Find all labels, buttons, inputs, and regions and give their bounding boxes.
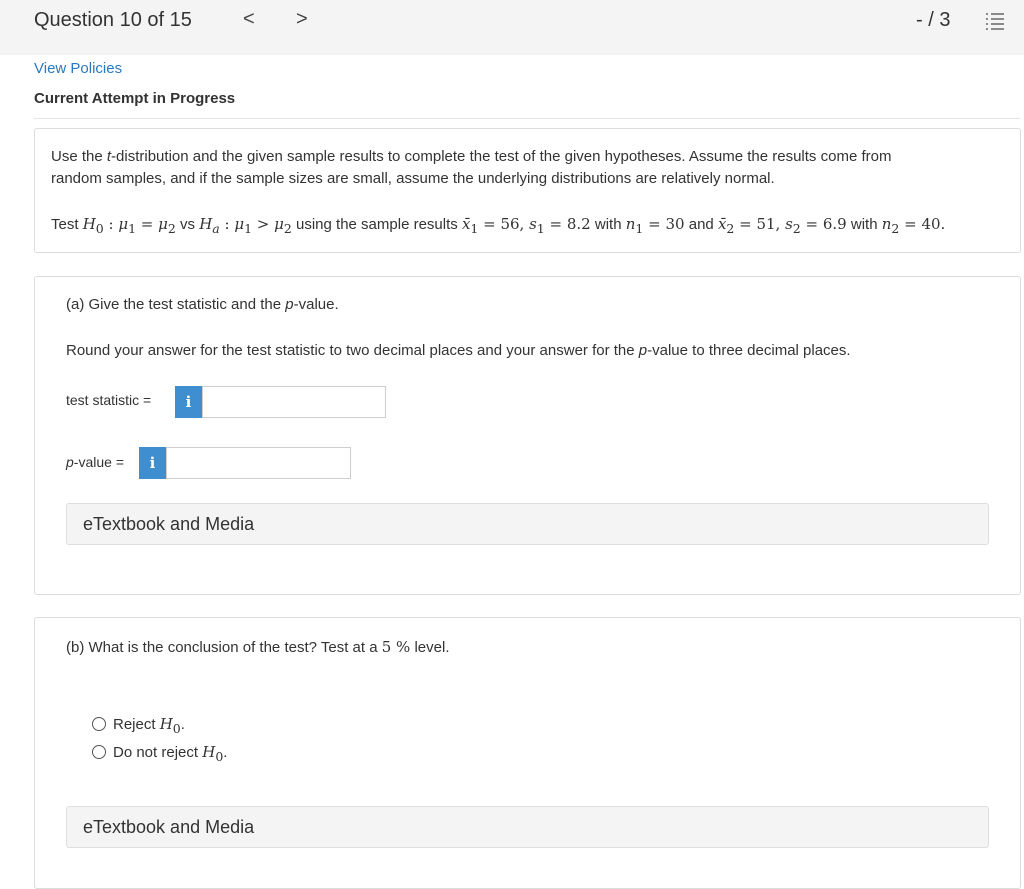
etextbook-media-button[interactable]: eTextbook and Media bbox=[66, 503, 989, 545]
view-policies-link[interactable]: View Policies bbox=[34, 60, 122, 77]
p-value-label: p-value = bbox=[66, 454, 124, 470]
reject-h0-label[interactable]: Reject H0. bbox=[113, 715, 185, 736]
attempt-status: Current Attempt in Progress bbox=[34, 90, 236, 107]
question-header: Question 10 of 15 < > - / 3 bbox=[0, 0, 1024, 55]
rounding-instructions: Round your answer for the test statistic… bbox=[66, 342, 851, 359]
question-counter: Question 10 of 15 bbox=[34, 9, 192, 31]
etextbook-media-button[interactable]: eTextbook and Media bbox=[66, 806, 989, 848]
part-b-box: (b) What is the conclusion of the test? … bbox=[34, 617, 1021, 889]
do-not-reject-h0-radio[interactable] bbox=[92, 745, 106, 759]
test-statistic-label: test statistic = bbox=[66, 392, 152, 408]
do-not-reject-h0-label[interactable]: Do not reject H0. bbox=[113, 743, 227, 764]
question-stem-text: Use the t-distribution and the given sam… bbox=[51, 148, 892, 187]
score-display: - / 3 bbox=[916, 9, 951, 31]
part-a-prompt: (a) Give the test statistic and the p-va… bbox=[66, 296, 339, 313]
part-b-prompt: (b) What is the conclusion of the test? … bbox=[66, 638, 450, 656]
info-icon[interactable]: i bbox=[175, 386, 202, 418]
info-icon[interactable]: i bbox=[139, 447, 166, 479]
question-stem-box: Use the t-distribution and the given sam… bbox=[34, 128, 1021, 253]
p-value-input[interactable] bbox=[166, 447, 351, 479]
test-statistic-input[interactable] bbox=[202, 386, 386, 418]
next-question-button[interactable]: > bbox=[296, 8, 308, 31]
previous-question-button[interactable]: < bbox=[243, 8, 255, 31]
reject-h0-radio[interactable] bbox=[92, 717, 106, 731]
divider bbox=[34, 118, 1020, 119]
list-icon[interactable] bbox=[985, 11, 1005, 31]
part-a-box: (a) Give the test statistic and the p-va… bbox=[34, 276, 1021, 595]
hypotheses-statement: Test H0 : μ1 = μ2 vs Ha : μ1 > μ2 using … bbox=[51, 215, 946, 236]
